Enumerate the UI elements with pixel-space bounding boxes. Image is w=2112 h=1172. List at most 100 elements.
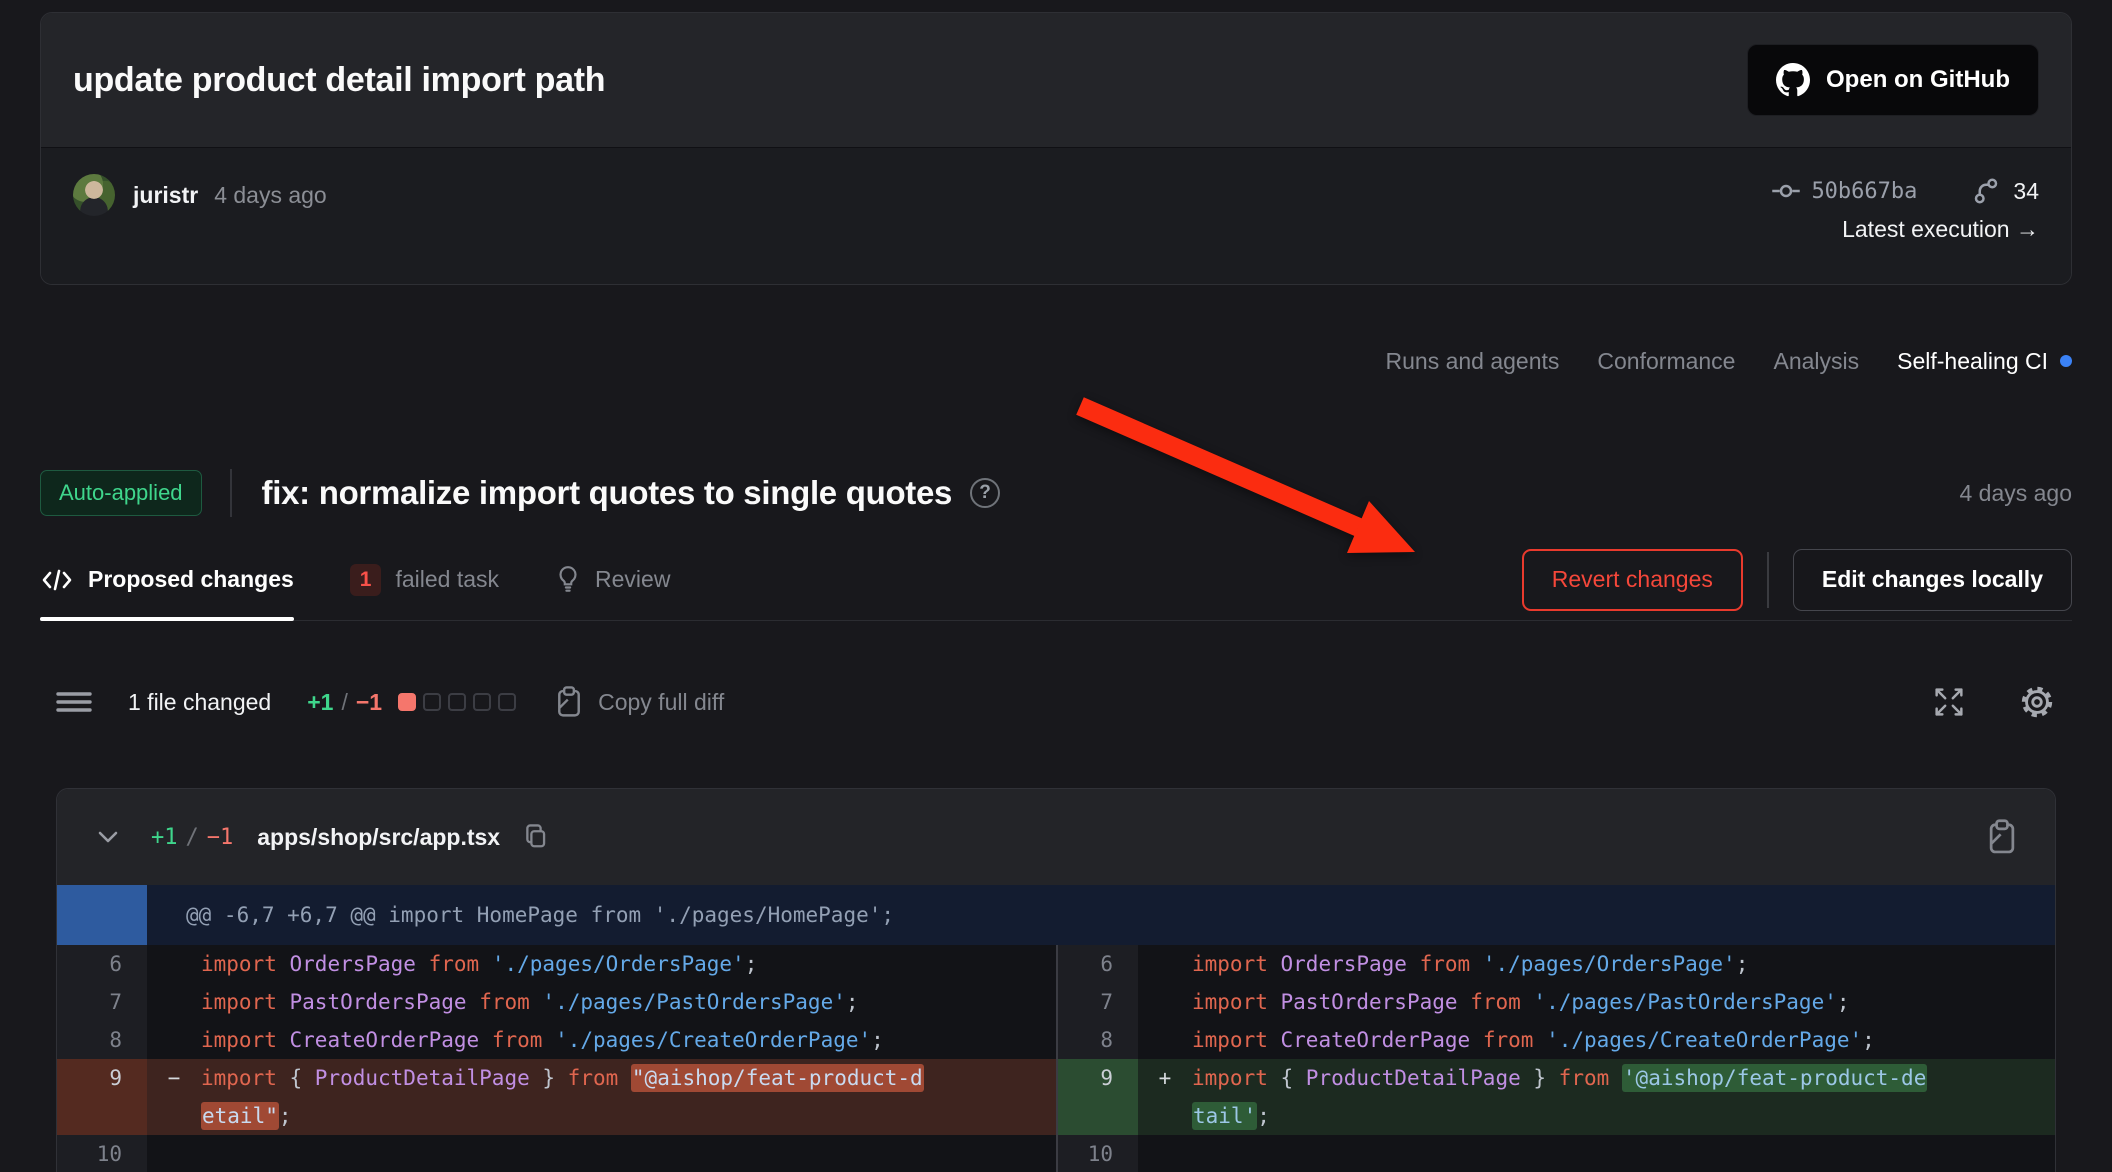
hunk-text: @@ -6,7 +6,7 @@ import HomePage from './…: [186, 903, 894, 927]
revert-changes-button[interactable]: Revert changes: [1522, 549, 1743, 611]
edit-changes-locally-button[interactable]: Edit changes locally: [1793, 549, 2072, 611]
diff-sign: [1138, 1135, 1192, 1172]
diff-split-view: 6import OrdersPage from './pages/OrdersP…: [57, 945, 2055, 1172]
diff-line-10: 10: [57, 1135, 1056, 1172]
diff-line-7: 7import PastOrdersPage from './pages/Pas…: [57, 983, 1056, 1021]
clipboard-icon: [554, 685, 584, 719]
diff-sign: [147, 1135, 201, 1172]
diff-ratio-squares: [398, 693, 516, 711]
line-number: 10: [57, 1135, 147, 1172]
diff-panel-old: 6import OrdersPage from './pages/OrdersP…: [57, 945, 1056, 1172]
diff-toolbar: 1 file changed +1 / −1 Copy full diff: [56, 678, 2056, 726]
line-number: 8: [57, 1021, 147, 1059]
line-number: 10: [1058, 1135, 1138, 1172]
failed-task-count-badge: 1: [350, 564, 382, 596]
git-commit-icon: [1771, 176, 1801, 206]
copy-full-diff-button[interactable]: Copy full diff: [554, 685, 724, 719]
commit-meta-bar: juristr 4 days ago 50b667ba 34: [41, 148, 2071, 284]
commit-time: 4 days ago: [214, 174, 327, 216]
diff-stats: +1 / −1: [307, 689, 382, 716]
code-content: import { ProductDetailPage } from "@aish…: [201, 1059, 1056, 1135]
additions-count: +1: [307, 689, 333, 716]
code-content: [201, 1135, 1056, 1172]
diff-sign: −: [147, 1059, 201, 1135]
ratio-square-filled: [398, 693, 416, 711]
commit-sha-chip[interactable]: 50b667ba: [1771, 176, 1917, 206]
nav-item-self-healing-ci[interactable]: Self-healing CI: [1897, 348, 2072, 375]
code-content: import OrdersPage from './pages/OrdersPa…: [201, 945, 1056, 983]
diff-sign: +: [1138, 1059, 1192, 1135]
line-number: 9: [57, 1059, 147, 1135]
active-section-dot: [2060, 355, 2072, 367]
self-healing-ci-page: update product detail import path Open o…: [0, 0, 2112, 1172]
copy-full-diff-label: Copy full diff: [598, 689, 724, 716]
file-diff-stats: +1 / −1: [151, 825, 233, 850]
diff-sign: [147, 945, 201, 983]
diff-sign: [147, 983, 201, 1021]
diff-line-8: 8 import CreateOrderPage from './pages/Cr…: [1058, 1021, 2055, 1059]
help-icon[interactable]: ?: [970, 478, 1000, 508]
changes-tabs-row: Proposed changes 1failed task Review Rever…: [40, 539, 2072, 621]
file-path: apps/shop/src/app.tsx: [257, 824, 500, 851]
files-changed-label: 1 file changed: [128, 689, 271, 716]
diff-line-8: 8import CreateOrderPage from './pages/Cr…: [57, 1021, 1056, 1059]
ratio-square-empty: [498, 693, 516, 711]
author-name: juristr: [133, 174, 198, 216]
gear-icon[interactable]: [2018, 683, 2056, 721]
fix-title: fix: normalize import quotes to single q…: [262, 474, 953, 512]
commit-sha: 50b667ba: [1811, 179, 1917, 204]
code-content: import OrdersPage from './pages/OrdersPa…: [1192, 945, 2055, 983]
chevron-down-icon[interactable]: [93, 827, 123, 847]
line-number: 9: [1058, 1059, 1138, 1135]
ratio-square-empty: [423, 693, 441, 711]
code-content: import { ProductDetailPage } from '@aish…: [1192, 1059, 2055, 1135]
execution-count: 34: [2013, 178, 2039, 205]
commit-title-bar: update product detail import path Open o…: [41, 13, 2071, 148]
diff-panel-new: 6 import OrdersPage from './pages/OrdersP…: [1056, 945, 2055, 1172]
ratio-square-empty: [473, 693, 491, 711]
code-content: import PastOrdersPage from './pages/Past…: [1192, 983, 2055, 1021]
hunk-header: @@ -6,7 +6,7 @@ import HomePage from './…: [57, 885, 2055, 945]
file-list-menu-icon[interactable]: [56, 687, 92, 717]
line-number: 6: [1058, 945, 1138, 983]
line-number: 7: [1058, 983, 1138, 1021]
line-number: 8: [1058, 1021, 1138, 1059]
divider: [230, 469, 232, 517]
tab-proposed-changes[interactable]: Proposed changes: [40, 539, 294, 620]
diff-line-6: 6 import OrdersPage from './pages/OrdersP…: [1058, 945, 2055, 983]
code-icon: [40, 567, 74, 593]
diff-sign: [1138, 983, 1192, 1021]
copy-path-icon[interactable]: [522, 822, 550, 852]
copy-file-diff-icon[interactable]: [1985, 818, 2019, 856]
diff-file-card: +1 / −1 apps/shop/src/app.tsx @@ -6,7 +6…: [56, 788, 2056, 1172]
diff-line-6: 6import OrdersPage from './pages/OrdersP…: [57, 945, 1056, 983]
code-content: import CreateOrderPage from './pages/Cre…: [1192, 1021, 2055, 1059]
deletions-count: −1: [356, 689, 382, 716]
github-icon: [1776, 63, 1810, 97]
auto-applied-badge: Auto-applied: [40, 470, 202, 516]
diff-line-9: 9−import { ProductDetailPage } from "@ai…: [57, 1059, 1056, 1135]
diff-file-header[interactable]: +1 / −1 apps/shop/src/app.tsx: [57, 789, 2055, 885]
diff-line-7: 7 import PastOrdersPage from './pages/Pas…: [1058, 983, 2055, 1021]
diff-sign: [147, 1021, 201, 1059]
code-content: [1192, 1135, 2055, 1172]
lightbulb-icon: [555, 565, 581, 595]
latest-execution-link[interactable]: Latest execution →: [1842, 216, 2039, 243]
nav-item-analysis[interactable]: Analysis: [1773, 348, 1859, 375]
divider: [1767, 552, 1769, 608]
author-avatar[interactable]: [73, 174, 115, 216]
ratio-square-empty: [448, 693, 466, 711]
code-content: import PastOrdersPage from './pages/Past…: [201, 983, 1056, 1021]
fix-summary-row: Auto-applied fix: normalize import quote…: [40, 461, 2072, 525]
execution-count-chip[interactable]: 34: [1971, 176, 2039, 206]
commit-header-card: update product detail import path Open o…: [40, 12, 2072, 285]
nav-item-conformance[interactable]: Conformance: [1597, 348, 1735, 375]
fullscreen-icon[interactable]: [1930, 683, 1968, 721]
page-title: update product detail import path: [73, 61, 605, 100]
tab-review[interactable]: Review: [555, 539, 670, 620]
nav-item-runs-and-agents[interactable]: Runs and agents: [1386, 348, 1560, 375]
tab-failed-task[interactable]: 1failed task: [350, 539, 499, 620]
open-on-github-button[interactable]: Open on GitHub: [1747, 44, 2039, 116]
hunk-gutter-block: [57, 885, 147, 945]
git-branch-icon: [1971, 176, 2001, 206]
